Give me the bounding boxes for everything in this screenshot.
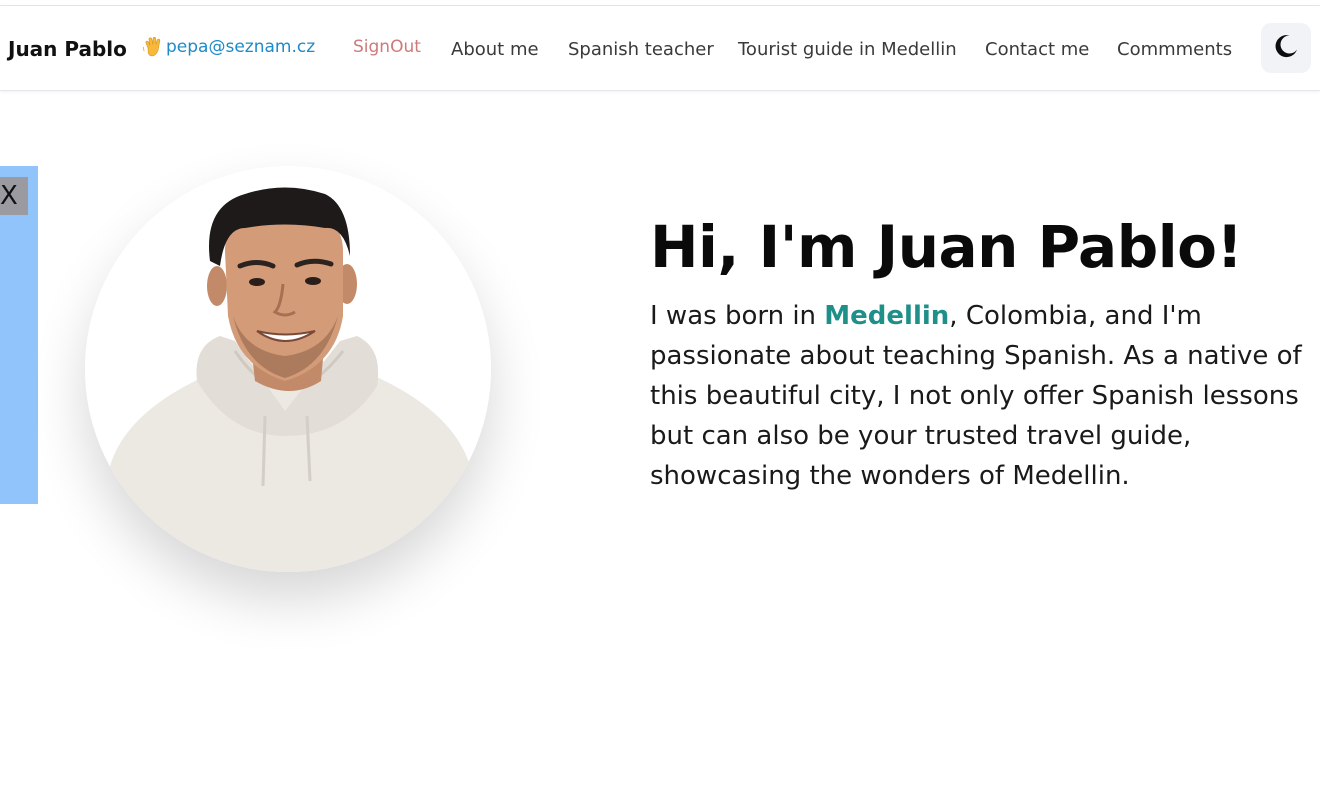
moon-icon (1272, 32, 1300, 64)
side-panel: X (0, 166, 38, 504)
signout-link[interactable]: SignOut (353, 37, 421, 57)
brand-name[interactable]: Juan Pablo (8, 37, 127, 61)
profile-photo-illustration (85, 166, 491, 572)
hero-description: I was born in Medellin, Colombia, and I'… (650, 296, 1315, 496)
user-email-link[interactable]: pepa@seznam.cz (142, 36, 315, 58)
hero-title: Hi, I'm Juan Pablo! (650, 213, 1243, 281)
waving-hand-icon (142, 36, 164, 58)
nav-link-about-me[interactable]: About me (451, 39, 539, 60)
nav-link-tourist-guide[interactable]: Tourist guide in Medellin (738, 39, 957, 60)
navbar: Juan Pablo pepa@seznam.cz SignOut About … (0, 6, 1320, 91)
nav-link-comments[interactable]: Commments (1117, 39, 1232, 60)
hero-text-intro: I was born in (650, 301, 825, 331)
nav-link-spanish-teacher[interactable]: Spanish teacher (568, 39, 714, 60)
profile-photo (85, 166, 491, 572)
city-highlight: Medellin (824, 301, 950, 331)
nav-link-contact-me[interactable]: Contact me (985, 39, 1089, 60)
theme-toggle-button[interactable] (1261, 23, 1311, 73)
user-email: pepa@seznam.cz (166, 37, 316, 57)
close-button[interactable]: X (0, 177, 28, 215)
